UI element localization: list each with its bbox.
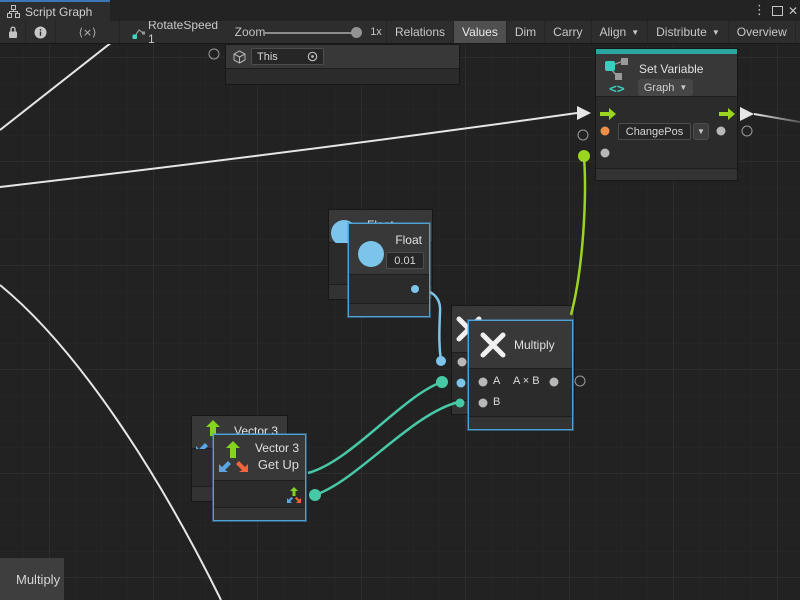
chevron-down-icon: ▼ xyxy=(697,127,705,136)
overview-button[interactable]: Overview xyxy=(728,21,795,43)
window-maximize-icon[interactable] xyxy=(772,0,783,21)
vector3-output-icon[interactable] xyxy=(286,487,302,504)
variable-name-dropdown[interactable]: ChangePos xyxy=(618,123,691,140)
flow-input-arrowhead xyxy=(577,106,591,120)
zoom-slider-handle[interactable] xyxy=(351,27,362,38)
input-a-port[interactable] xyxy=(479,378,488,387)
carry-button[interactable]: Carry xyxy=(544,21,590,43)
multiply-node[interactable]: Multiply A A × B B xyxy=(468,320,573,430)
float-value-input[interactable]: 0.01 xyxy=(386,252,424,269)
down-left-arrow-icon xyxy=(219,458,232,472)
output-port[interactable] xyxy=(717,127,726,136)
flow-output-arrowhead xyxy=(740,107,754,121)
relations-button[interactable]: Relations xyxy=(386,21,453,43)
chevron-down-icon: ▼ xyxy=(679,83,687,92)
lock-icon[interactable] xyxy=(0,21,25,43)
unconnected-port[interactable] xyxy=(742,126,753,137)
wire-getup-to-multiply-b xyxy=(315,402,459,495)
values-button[interactable]: Values xyxy=(453,21,506,43)
code-view-icon[interactable]: ⟨×⟩ xyxy=(56,21,119,43)
graph-toolbar: ⟨×⟩ RotateSpeed 1 Zoom 1x Relations Valu… xyxy=(0,21,800,44)
wire-flow-upper-left xyxy=(0,44,112,130)
wire-end-teal-b xyxy=(309,489,321,501)
dim-button[interactable]: Dim xyxy=(506,21,544,43)
set-variable-node[interactable]: <> Set Variable Graph ▼ ChangePos ▼ xyxy=(595,48,738,181)
chevron-down-icon: ▼ xyxy=(631,28,639,37)
script-graph-window: Script Graph ⋮ ✕ ⟨×⟩ RotateSpeed 1 Zoom … xyxy=(0,0,800,600)
info-icon[interactable] xyxy=(26,21,55,43)
wire-end-lime xyxy=(578,150,590,162)
graph-breadcrumb-icon xyxy=(128,21,148,43)
zoom-value: 1x xyxy=(366,21,386,43)
wire-flow-diagonal xyxy=(0,285,221,600)
cube-icon xyxy=(233,50,246,64)
tab-bar: Script Graph ⋮ ✕ xyxy=(0,0,800,22)
float-icon xyxy=(358,241,384,267)
unconnected-port[interactable] xyxy=(578,130,589,141)
wire-flow-input xyxy=(0,113,577,187)
this-node[interactable]: This xyxy=(225,44,460,85)
distribute-dropdown[interactable]: Distribute▼ xyxy=(647,21,728,43)
multiply-icon xyxy=(478,330,508,360)
tab-script-graph[interactable]: Script Graph xyxy=(0,0,110,21)
flow-out-arrow-icon[interactable] xyxy=(719,108,735,121)
output-port[interactable] xyxy=(550,378,559,387)
unconnected-port[interactable] xyxy=(575,376,586,387)
flow-in-arrow-icon[interactable] xyxy=(600,108,616,121)
toolbar-buttons: Relations Values Dim Carry Align▼ Distri… xyxy=(386,21,800,43)
wire-end-teal-a xyxy=(436,376,448,388)
up-arrow-icon xyxy=(226,441,240,459)
variable-scope-dropdown[interactable]: Graph ▼ xyxy=(638,79,693,96)
variable-name-caret[interactable]: ▼ xyxy=(693,123,709,140)
get-up-node[interactable]: Vector 3 Get Up xyxy=(213,434,306,521)
wire-vector-to-multiply-a xyxy=(308,382,442,473)
graph-canvas[interactable]: Float Vector 3 xyxy=(0,44,800,600)
chevron-down-icon: ▼ xyxy=(712,28,720,37)
float-node[interactable]: Float 0.01 xyxy=(348,223,430,317)
window-close-icon[interactable]: ✕ xyxy=(788,0,798,21)
wire-end-blue xyxy=(436,356,446,366)
align-dropdown[interactable]: Align▼ xyxy=(591,21,648,43)
graph-tab-icon xyxy=(7,5,20,18)
wire-flow-output xyxy=(754,114,800,122)
input-b-port[interactable] xyxy=(479,399,488,408)
zoom-label: Zoom xyxy=(234,21,266,43)
this-node-port[interactable] xyxy=(209,49,220,60)
wire-value-to-set-variable xyxy=(571,156,585,315)
svg-text:<>: <> xyxy=(609,82,625,95)
object-picker-icon[interactable] xyxy=(307,51,318,62)
variable-port[interactable] xyxy=(601,127,610,136)
down-right-arrow-icon xyxy=(235,458,248,472)
this-object-field[interactable]: This xyxy=(251,48,324,65)
input-port[interactable] xyxy=(601,149,610,158)
window-menu-icon[interactable]: ⋮ xyxy=(753,0,766,21)
tab-label: Script Graph xyxy=(25,5,92,19)
node-tooltip: Multiply xyxy=(0,558,64,600)
set-variable-icon: <> xyxy=(604,57,632,95)
float-output-port[interactable] xyxy=(411,285,419,293)
zoom-slider-track[interactable] xyxy=(263,32,356,34)
full-screen-button[interactable]: Full Screen xyxy=(795,21,800,43)
breadcrumb[interactable]: RotateSpeed 1 xyxy=(148,21,218,43)
